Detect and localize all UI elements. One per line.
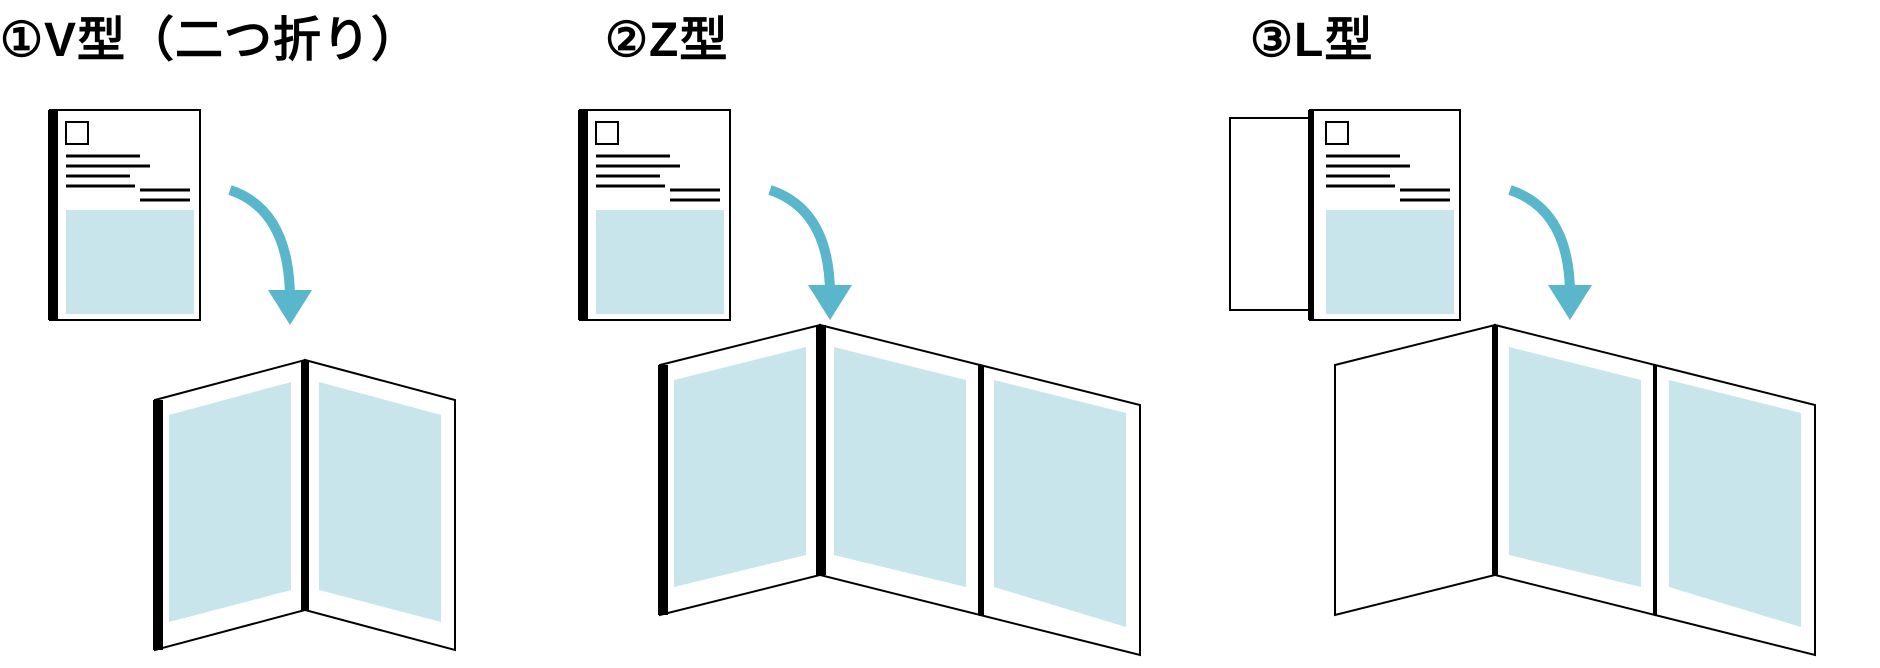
v-folded-icon xyxy=(48,110,200,320)
diagram-z-type xyxy=(560,100,1200,660)
arrow-icon xyxy=(1510,190,1592,320)
l-folded-icon xyxy=(1230,110,1460,320)
diagram-l-type xyxy=(1220,100,1860,660)
heading-l-type: ③L型 xyxy=(1250,0,1373,70)
arrow-icon xyxy=(230,190,312,325)
heading-z-type: ②Z型 xyxy=(605,0,728,70)
z-type-svg xyxy=(560,100,1200,660)
l-open-icon xyxy=(1335,325,1815,655)
diagram-v-type xyxy=(30,100,550,660)
z-open-icon xyxy=(658,325,1140,655)
l-type-svg xyxy=(1220,100,1860,660)
arrow-icon xyxy=(770,190,852,320)
v-open-icon xyxy=(153,360,455,650)
v-type-svg xyxy=(30,100,550,660)
heading-v-type: ①V型（二つ折り） xyxy=(0,0,420,70)
z-folded-icon xyxy=(578,110,730,320)
